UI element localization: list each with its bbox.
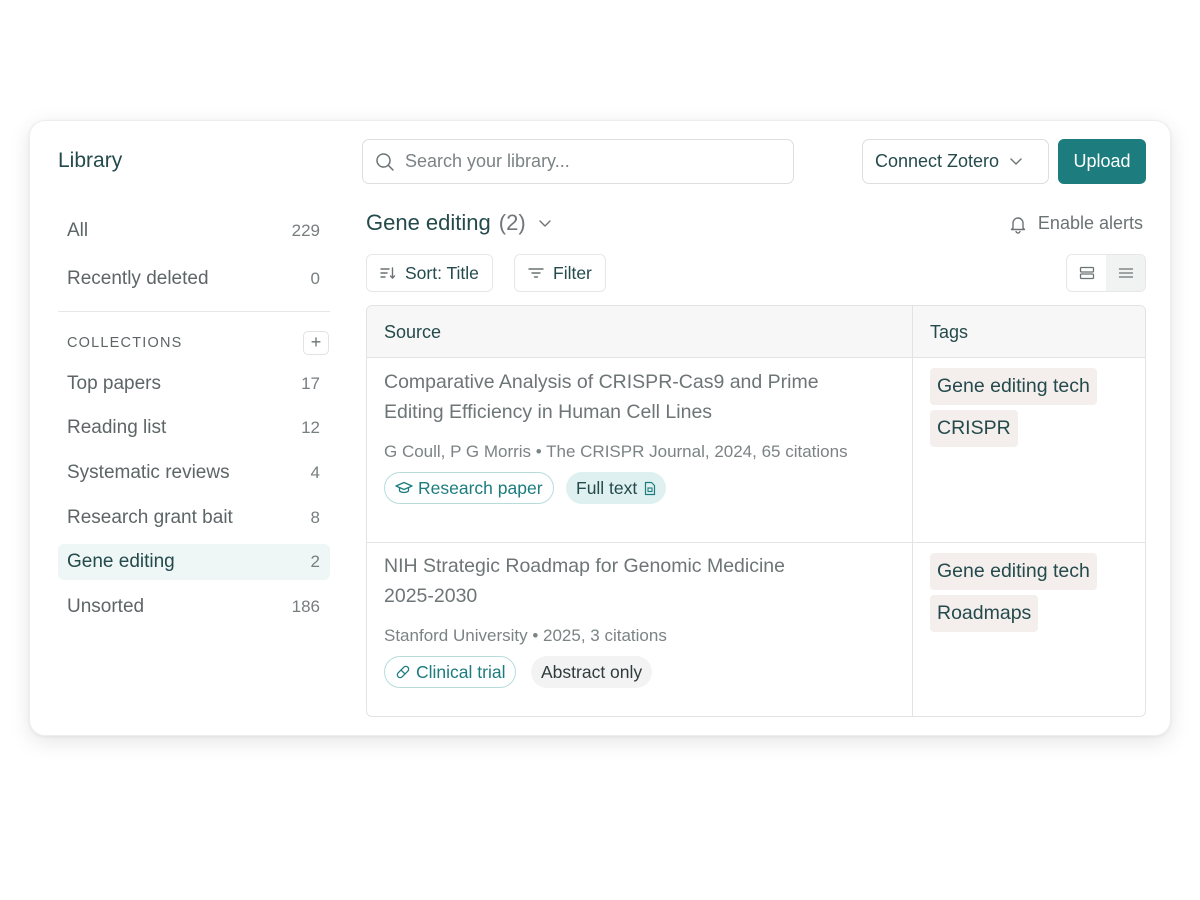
pill-icon: [396, 665, 410, 679]
tag-chip[interactable]: Gene editing tech: [930, 368, 1097, 405]
filter-icon: [528, 268, 544, 278]
type-badge: Research paper: [384, 472, 554, 504]
source-title-line: NIH Strategic Roadmap for Genomic Medici…: [384, 555, 785, 577]
library-panel: Library All 229 Recently deleted 0 COLLE…: [29, 120, 1171, 736]
sidebar-item-label: Recently deleted: [67, 268, 209, 289]
source-title-line: Editing Efficiency in Human Cell Lines: [384, 401, 713, 423]
sidebar-item-research-grant-bait[interactable]: Research grant bait 8: [58, 500, 330, 536]
connect-zotero-label: Connect Zotero: [875, 151, 1000, 171]
search-input[interactable]: [405, 151, 785, 172]
source-meta: Stanford University • 2025, 3 citations: [384, 626, 667, 645]
access-badge[interactable]: Full text: [566, 472, 667, 504]
chevron-down-icon: [1010, 158, 1022, 165]
search-box[interactable]: [362, 139, 794, 184]
filter-label: Filter: [553, 262, 592, 283]
sidebar-item-recently-deleted[interactable]: Recently deleted 0: [58, 261, 330, 297]
sidebar-item-label: Gene editing: [67, 551, 175, 572]
type-badge-label: Research paper: [418, 477, 543, 498]
sidebar-divider: [58, 311, 330, 312]
tag-chip[interactable]: CRISPR: [930, 410, 1018, 447]
sidebar-item-count: 12: [301, 418, 320, 437]
source-title-line: Comparative Analysis of CRISPR-Cas9 and …: [384, 371, 819, 393]
collection-count: (2): [498, 210, 526, 235]
column-header-source: Source: [384, 322, 442, 342]
sidebar-item-count: 17: [301, 374, 320, 393]
search-icon: [376, 152, 394, 171]
table-row[interactable]: Comparative Analysis of CRISPR-Cas9 and …: [367, 358, 1145, 542]
source-title-line: 2025-2030: [384, 585, 478, 607]
sidebar-item-reading-list[interactable]: Reading list 12: [58, 410, 330, 446]
list-view-button[interactable]: [1106, 255, 1145, 291]
sidebar-item-count: 229: [291, 221, 320, 240]
card-view-button[interactable]: [1067, 255, 1106, 291]
type-badge: Clinical trial: [384, 656, 517, 688]
sidebar-item-systematic-reviews[interactable]: Systematic reviews 4: [58, 455, 330, 491]
sidebar-item-all[interactable]: All 229: [58, 213, 330, 249]
library-title: Library: [58, 149, 123, 172]
source-title[interactable]: NIH Strategic Roadmap for Genomic Medici…: [384, 551, 884, 611]
sidebar-item-count: 0: [310, 269, 320, 288]
enable-alerts-button[interactable]: Enable alerts: [1008, 213, 1143, 234]
filter-button[interactable]: Filter: [514, 254, 606, 292]
sidebar-item-label: Top papers: [67, 373, 162, 394]
sort-icon: [380, 267, 396, 279]
sidebar-item-unsorted[interactable]: Unsorted 186: [58, 589, 330, 625]
bell-icon: [1010, 216, 1026, 234]
sidebar-item-label: Reading list: [67, 417, 167, 438]
connect-zotero-dropdown[interactable]: Connect Zotero: [862, 139, 1049, 184]
upload-button[interactable]: Upload: [1058, 139, 1146, 184]
sidebar-item-count: 2: [310, 552, 320, 571]
collection-name: Gene editing: [366, 210, 491, 235]
sidebar-item-label: Unsorted: [67, 596, 145, 617]
sidebar-item-label: Research grant bait: [67, 507, 233, 528]
sidebar-item-gene-editing[interactable]: Gene editing 2: [58, 544, 330, 580]
add-collection-button[interactable]: +: [303, 331, 329, 355]
sidebar-item-label: All: [67, 220, 89, 241]
tag-chip[interactable]: Roadmaps: [930, 595, 1039, 632]
sidebar: Library All 229 Recently deleted 0 COLLE…: [58, 121, 330, 735]
sort-label: Sort: Title: [405, 262, 479, 283]
list-view-icon: [1118, 268, 1133, 278]
column-header-tags: Tags: [930, 322, 969, 342]
source-meta: G Coull, P G Morris • The CRISPR Journal…: [384, 442, 848, 461]
collection-title-dropdown[interactable]: Gene editing (2): [366, 210, 552, 236]
type-badge-label: Clinical trial: [416, 661, 506, 682]
access-badge[interactable]: Abstract only: [531, 656, 653, 688]
tag-chip[interactable]: Gene editing tech: [930, 553, 1097, 590]
sort-button[interactable]: Sort: Title: [366, 254, 493, 292]
table-row[interactable]: NIH Strategic Roadmap for Genomic Medici…: [367, 543, 1145, 716]
graduation-cap-icon: [395, 481, 413, 494]
sidebar-item-count: 186: [291, 597, 320, 616]
view-toggle: [1066, 254, 1146, 292]
sidebar-item-label: Systematic reviews: [67, 462, 230, 483]
collections-heading: COLLECTIONS: [67, 335, 183, 351]
sources-table: Source Tags Comparative Analysis of CRIS…: [366, 305, 1146, 717]
sidebar-item-count: 4: [310, 463, 320, 482]
access-badge-label: Abstract only: [541, 661, 643, 682]
chevron-down-icon: [538, 219, 551, 227]
document-icon: [645, 481, 656, 495]
sidebar-item-top-papers[interactable]: Top papers 17: [58, 366, 330, 402]
table-header: Source Tags: [367, 306, 1145, 358]
sidebar-item-count: 8: [310, 508, 320, 527]
access-badge-label: Full text: [576, 477, 638, 498]
enable-alerts-label: Enable alerts: [1037, 213, 1143, 233]
source-title[interactable]: Comparative Analysis of CRISPR-Cas9 and …: [384, 367, 884, 427]
card-view-icon: [1079, 266, 1094, 280]
